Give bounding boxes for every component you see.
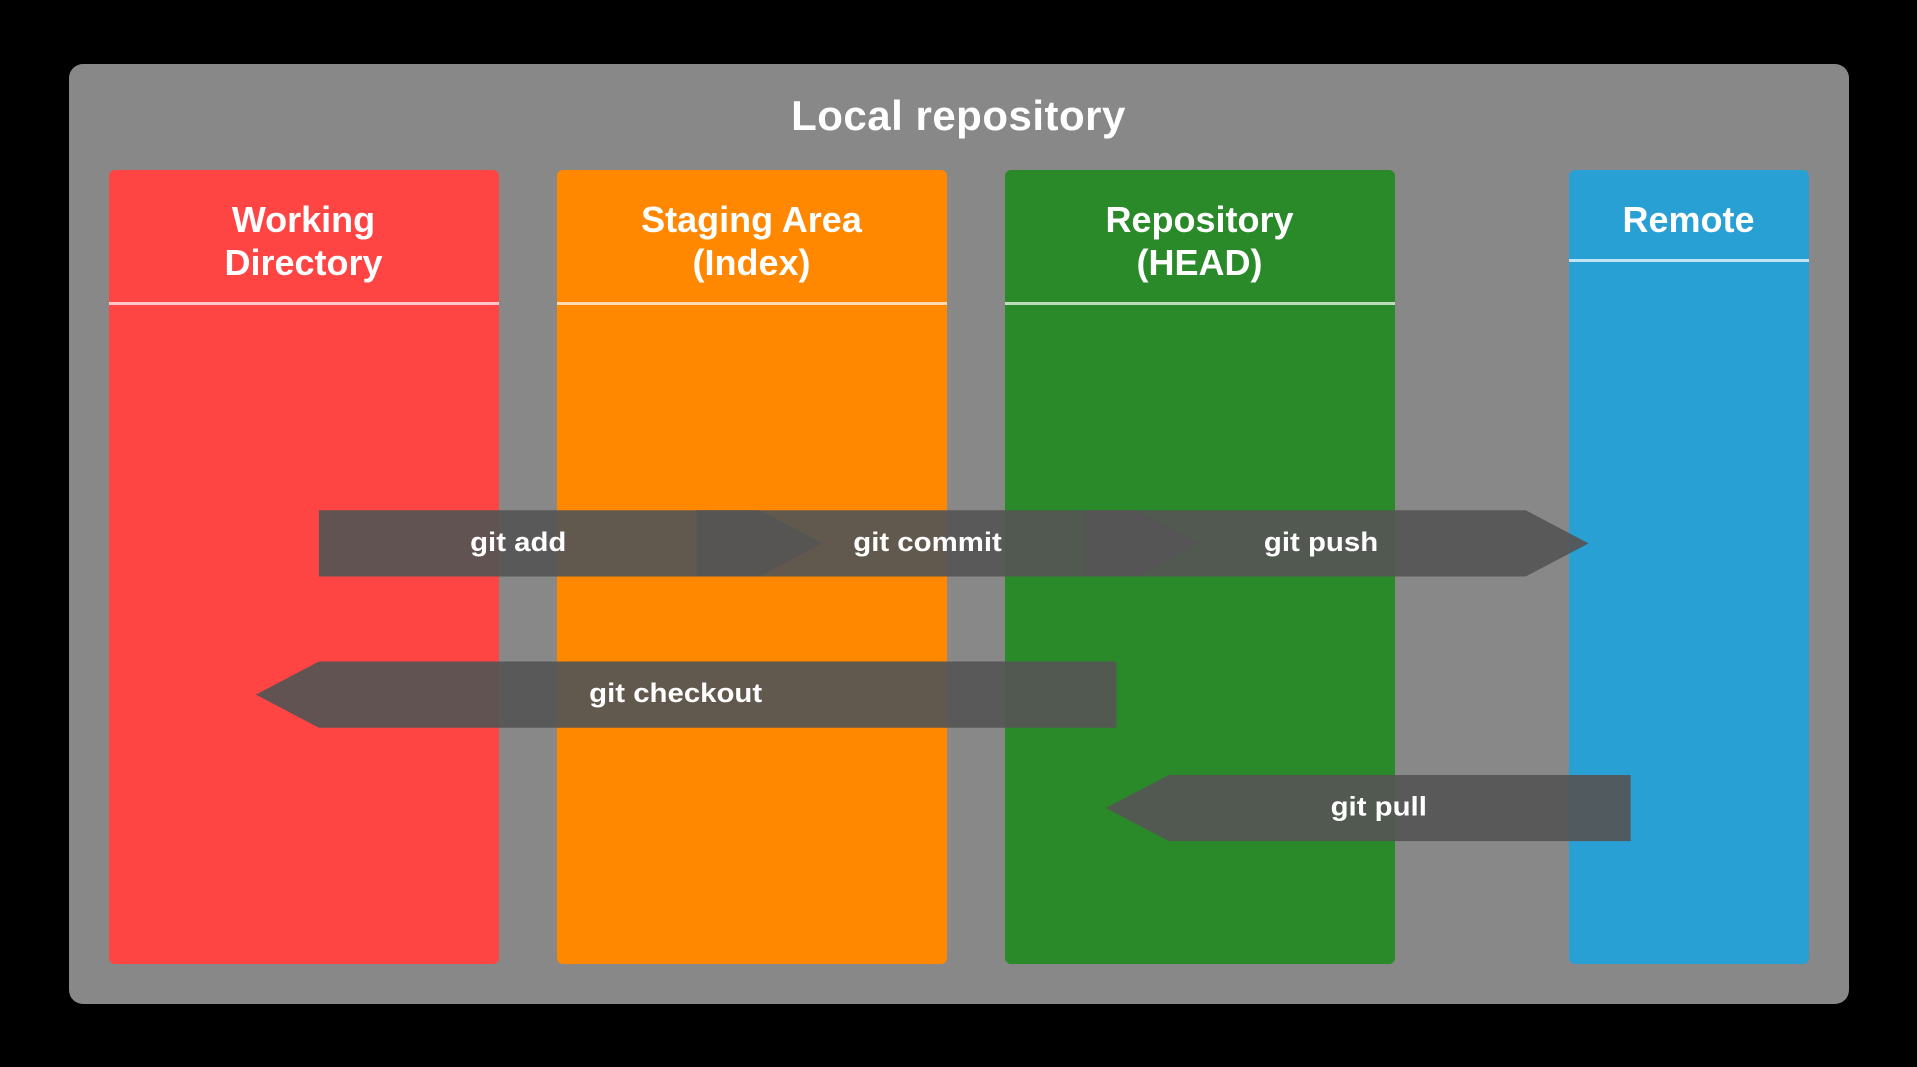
diagram-container: Local repository WorkingDirectory Stagin… (69, 64, 1849, 1004)
repository-column: Repository(HEAD) (1005, 170, 1395, 964)
working-directory-label: WorkingDirectory (109, 170, 499, 305)
staging-area-column: Staging Area(Index) (557, 170, 947, 964)
repository-label: Repository(HEAD) (1005, 170, 1395, 305)
working-directory-column: WorkingDirectory (109, 170, 499, 964)
staging-area-label: Staging Area(Index) (557, 170, 947, 305)
columns-wrapper: WorkingDirectory Staging Area(Index) Rep… (69, 140, 1849, 1004)
remote-label: Remote (1569, 170, 1809, 262)
remote-column: Remote (1569, 170, 1809, 964)
local-repo-label: Local repository (791, 92, 1126, 140)
